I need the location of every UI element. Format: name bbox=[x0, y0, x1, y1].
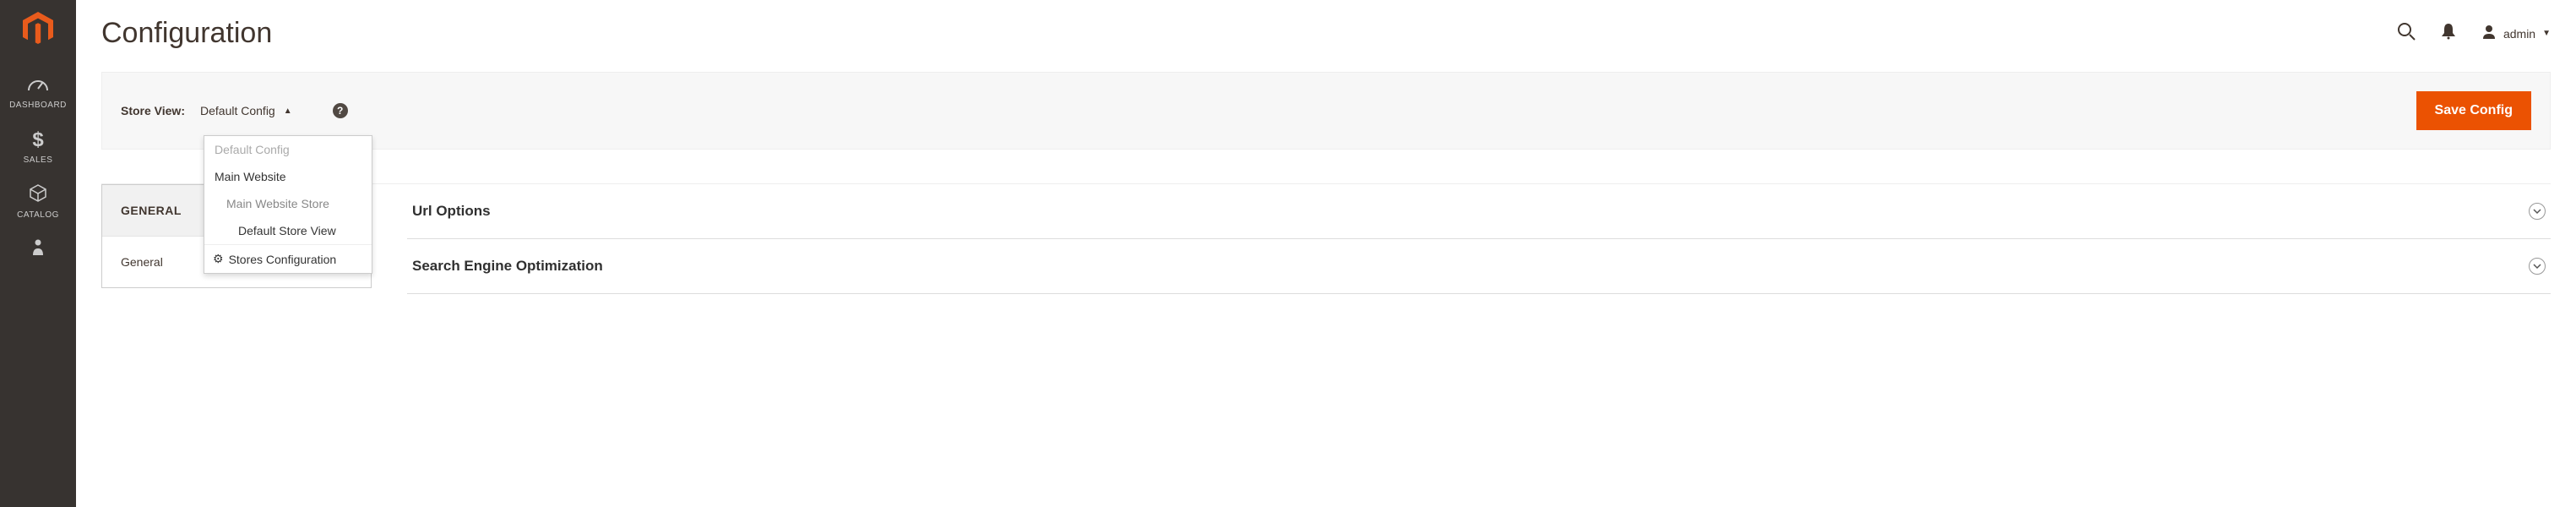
nav-label: SALES bbox=[24, 155, 53, 165]
tab-group-label: GENERAL bbox=[121, 204, 182, 217]
person-icon bbox=[31, 238, 45, 262]
nav-label: DASHBOARD bbox=[9, 101, 67, 110]
section-url-options[interactable]: Url Options bbox=[407, 184, 2551, 239]
nav-catalog[interactable]: CATALOG bbox=[0, 175, 76, 230]
caret-up-icon: ▲ bbox=[284, 106, 292, 116]
header-actions: admin ▼ bbox=[2397, 22, 2551, 46]
store-view-dropdown: Default Config Main Website Main Website… bbox=[204, 135, 372, 274]
page-header: Configuration admin ▼ bbox=[101, 0, 2551, 72]
store-view-selected: Default Config bbox=[200, 104, 275, 117]
store-view-switcher[interactable]: Default Config ▲ bbox=[200, 104, 292, 117]
dd-default-config: Default Config bbox=[204, 136, 372, 163]
expand-icon bbox=[2529, 203, 2546, 220]
help-icon[interactable]: ? bbox=[333, 103, 348, 118]
dd-default-store-view[interactable]: Default Store View bbox=[204, 217, 372, 244]
section-title: Search Engine Optimization bbox=[412, 258, 603, 275]
dd-stores-config[interactable]: ⚙ Stores Configuration bbox=[204, 244, 372, 273]
save-config-button[interactable]: Save Config bbox=[2416, 91, 2531, 130]
admin-sidebar: DASHBOARD $ SALES CATALOG bbox=[0, 0, 76, 507]
dd-footer-label: Stores Configuration bbox=[229, 253, 337, 266]
dd-main-website[interactable]: Main Website bbox=[204, 163, 372, 190]
scope-bar: Store View: Default Config ▲ ? Default C… bbox=[101, 72, 2551, 150]
nav-customers[interactable] bbox=[0, 230, 76, 275]
bell-icon[interactable] bbox=[2441, 23, 2456, 45]
nav-sales[interactable]: $ SALES bbox=[0, 120, 76, 175]
tab-item-label: General bbox=[121, 255, 163, 269]
gear-icon: ⚙ bbox=[213, 252, 224, 266]
store-view-label: Store View: bbox=[121, 104, 185, 117]
magento-logo-icon[interactable] bbox=[21, 10, 55, 52]
main-area: Configuration admin ▼ St bbox=[76, 0, 2576, 507]
section-seo[interactable]: Search Engine Optimization bbox=[407, 239, 2551, 294]
box-icon bbox=[29, 183, 47, 207]
nav-dashboard[interactable]: DASHBOARD bbox=[0, 67, 76, 120]
search-icon[interactable] bbox=[2397, 22, 2416, 46]
page-title: Configuration bbox=[101, 17, 272, 50]
dollar-icon: $ bbox=[32, 128, 43, 152]
caret-down-icon: ▼ bbox=[2542, 29, 2551, 38]
user-icon bbox=[2481, 24, 2497, 43]
user-name: admin bbox=[2503, 27, 2535, 41]
nav-label: CATALOG bbox=[17, 210, 59, 220]
expand-icon bbox=[2529, 258, 2546, 275]
scope-left: Store View: Default Config ▲ ? Default C… bbox=[121, 103, 348, 118]
config-sections: Url Options Search Engine Optimization bbox=[372, 184, 2551, 294]
gauge-icon bbox=[27, 75, 49, 97]
section-title: Url Options bbox=[412, 203, 491, 220]
config-content: GENERAL General Url Options bbox=[101, 183, 2551, 294]
user-menu[interactable]: admin ▼ bbox=[2481, 24, 2551, 43]
dd-main-website-store: Main Website Store bbox=[204, 190, 372, 217]
